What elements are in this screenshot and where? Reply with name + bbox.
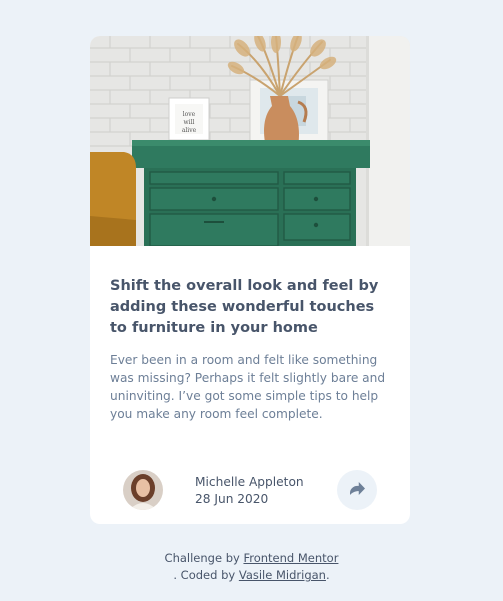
attribution-middle: . Coded by [173, 568, 239, 582]
article-title: Shift the overall look and feel by addin… [110, 278, 379, 336]
drawers-image: love will alive [90, 36, 410, 246]
author-row: Michelle Appleton 28 Jun 2020 [123, 470, 377, 510]
attribution: Challenge by Frontend Mentor . Coded by … [0, 550, 503, 584]
publish-date: 28 Jun 2020 [195, 492, 269, 506]
author-name: Michelle Appleton [195, 475, 304, 489]
attribution-line-1: Challenge by Frontend Mentor [0, 550, 503, 567]
svg-text:love: love [183, 111, 196, 118]
attribution-line-2: . Coded by Vasile Midrigan. [0, 567, 503, 584]
share-icon [349, 482, 365, 498]
coder-link[interactable]: Vasile Midrigan [239, 568, 326, 582]
avatar [123, 470, 163, 510]
article-content: Shift the overall look and feel by addin… [110, 276, 392, 423]
author-info: Michelle Appleton 28 Jun 2020 [195, 474, 304, 508]
frontend-mentor-link[interactable]: Frontend Mentor [243, 551, 338, 565]
article-preview-card: love will alive Shift the overall look a… [90, 36, 410, 524]
article-description: Ever been in a room and felt like someth… [110, 353, 386, 421]
share-button[interactable] [337, 470, 377, 510]
svg-text:will: will [184, 119, 195, 126]
svg-text:alive: alive [182, 127, 197, 134]
attribution-suffix: . [325, 568, 330, 582]
attribution-prefix: Challenge by [164, 551, 244, 565]
